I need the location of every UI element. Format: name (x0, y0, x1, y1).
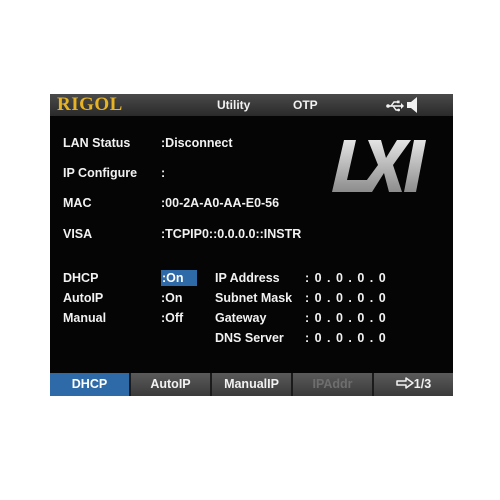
visa-value: :TCPIP0::0.0.0.0::INSTR (161, 227, 302, 241)
otp-indicator: OTP (293, 98, 318, 112)
arrow-right-icon (396, 377, 414, 389)
lan-status-label: LAN Status (63, 136, 131, 150)
dns-server-label: DNS Server (215, 331, 284, 345)
brand-logo: RIGOL (57, 94, 123, 115)
subnet-mask-label: Subnet Mask (215, 291, 293, 305)
softkey-next-page[interactable]: 1/3 (374, 373, 453, 396)
gateway-label: Gateway (215, 311, 267, 325)
page-indicator: 1/3 (413, 377, 432, 391)
lxi-logo (332, 140, 426, 192)
manual-value: :Off (161, 311, 184, 325)
ip-configure-value: : (161, 166, 166, 180)
visa-label: VISA (63, 227, 93, 241)
lan-status-value: :Disconnect (161, 136, 233, 150)
dns-server-value: : 0 . 0 . 0 . 0 (305, 331, 386, 345)
mac-label: MAC (63, 196, 92, 210)
instrument-screen: RIGOL Utility OTP LAN Status :Disconnect… (50, 94, 453, 396)
ip-address-value: : 0 . 0 . 0 . 0 (305, 271, 386, 285)
ip-configure-label: IP Configure (63, 166, 138, 180)
manual-label: Manual (63, 311, 107, 325)
dhcp-label: DHCP (63, 271, 99, 285)
menu-title: Utility (217, 98, 251, 112)
ip-address-label: IP Address (215, 271, 280, 285)
softkey-autoip[interactable]: AutoIP (131, 373, 210, 396)
autoip-value: :On (161, 291, 183, 305)
softkey-bar: DHCP AutoIP ManualIP IPAddr 1/3 (50, 373, 453, 396)
usb-icon (386, 99, 404, 117)
mac-value: :00-2A-A0-AA-E0-56 (161, 196, 280, 210)
subnet-mask-value: : 0 . 0 . 0 . 0 (305, 291, 386, 305)
autoip-label: AutoIP (63, 291, 104, 305)
speaker-icon (407, 97, 419, 118)
softkey-ipaddr[interactable]: IPAddr (293, 373, 372, 396)
softkey-dhcp[interactable]: DHCP (50, 373, 129, 396)
gateway-value: : 0 . 0 . 0 . 0 (305, 311, 386, 325)
dhcp-value[interactable]: :On (161, 270, 197, 286)
softkey-manualip[interactable]: ManualIP (212, 373, 291, 396)
status-bar: RIGOL Utility OTP (50, 94, 453, 116)
